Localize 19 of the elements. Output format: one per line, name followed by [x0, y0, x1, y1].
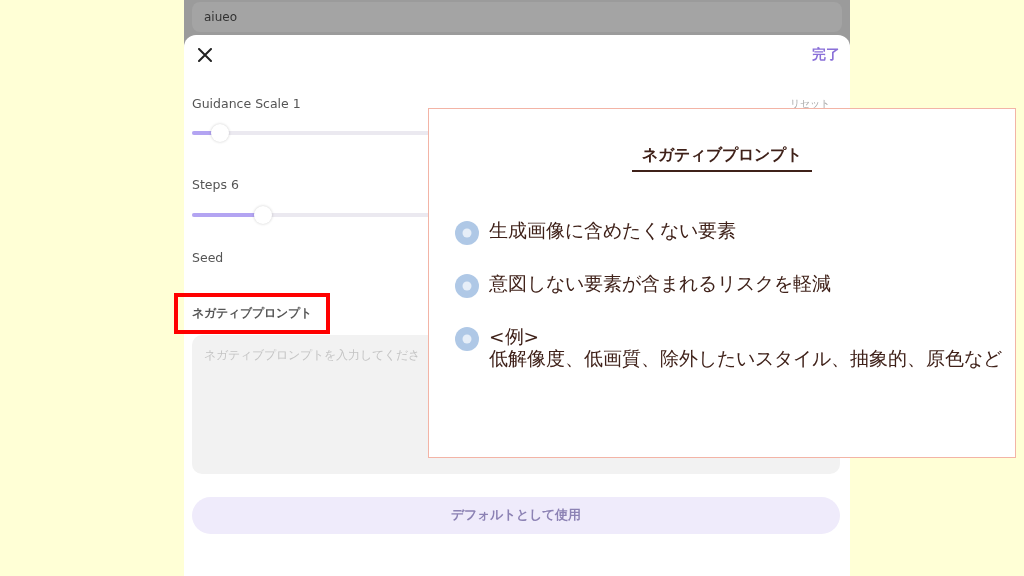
bullet-text: <例>: [489, 326, 540, 348]
bullet-icon: [455, 221, 479, 245]
bullet-icon: [455, 327, 479, 351]
text-field[interactable]: aiueo: [192, 2, 842, 32]
done-button[interactable]: 完了: [812, 46, 840, 64]
slider-thumb[interactable]: [254, 206, 273, 224]
bullet-icon: [455, 274, 479, 298]
seed-label: Seed: [192, 249, 224, 267]
bullet-text: 意図しない要素が含まれるリスクを軽減: [489, 273, 831, 295]
slider-label: Guidance Scale 1: [192, 95, 301, 113]
use-as-default-button[interactable]: デフォルトとして使用: [192, 497, 840, 534]
reset-button[interactable]: リセット: [790, 97, 830, 111]
bullet-text: 生成画像に含めたくない要素: [489, 220, 736, 242]
slider-label: Steps 6: [192, 176, 239, 194]
close-icon[interactable]: [198, 48, 212, 62]
slider-thumb[interactable]: [210, 124, 229, 142]
callout-title: ネガティブプロンプト: [632, 145, 812, 172]
bullet-text: 低解像度、低画質、除外したいスタイル、抽象的、原色など: [489, 348, 1002, 370]
negative-prompt-label: ネガティブプロンプト: [174, 293, 330, 334]
